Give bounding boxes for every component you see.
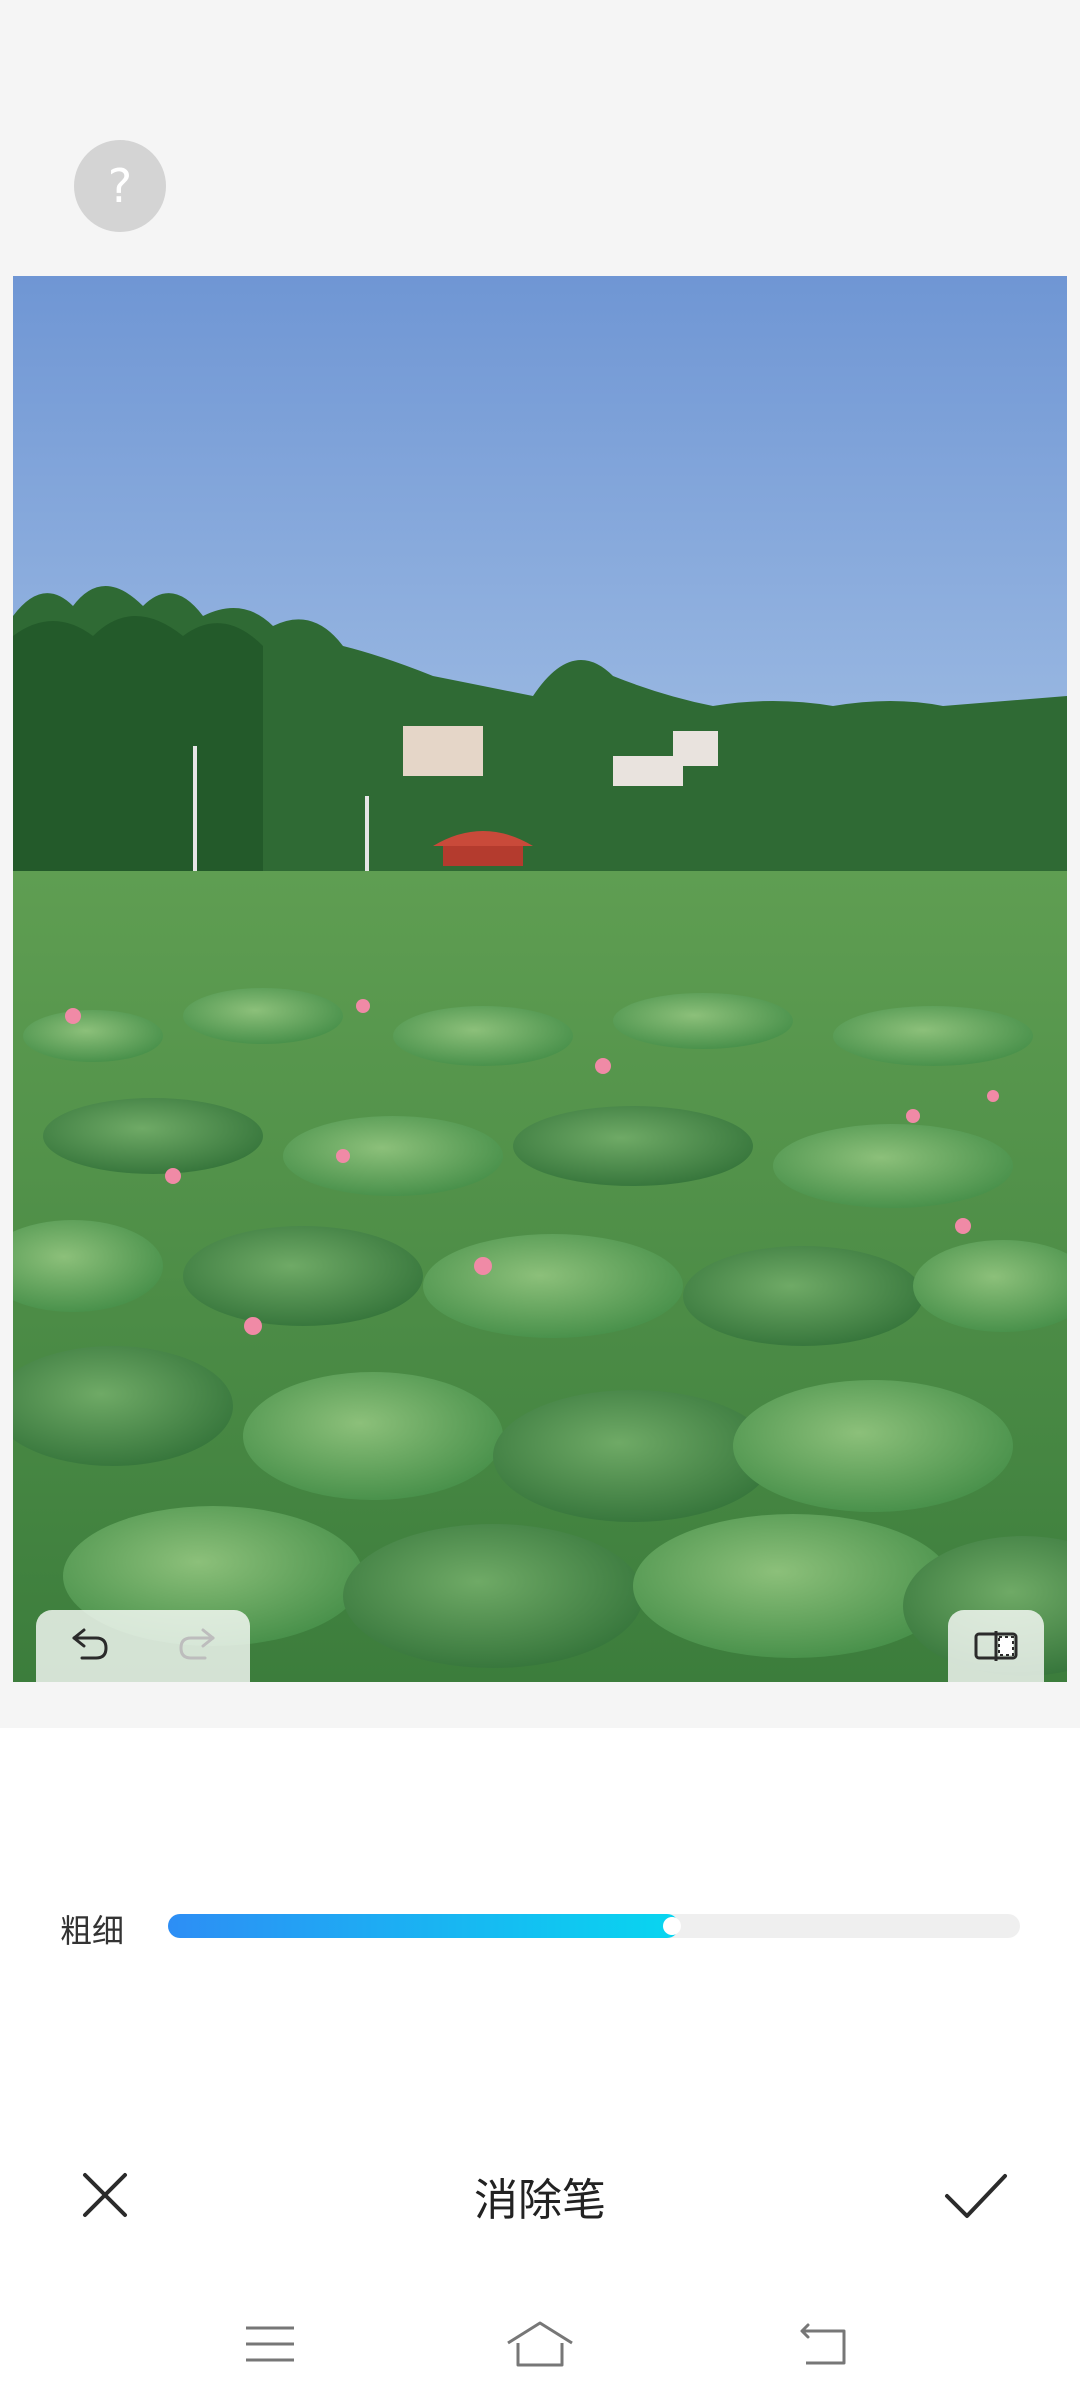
confirm-button[interactable] [936, 2160, 1016, 2230]
back-button[interactable] [782, 2314, 862, 2374]
undo-icon [72, 1628, 108, 1660]
brush-size-label: 粗细 [60, 1912, 125, 1950]
redo-icon [178, 1628, 214, 1660]
compare-icon [974, 1631, 1018, 1661]
back-icon [800, 2323, 846, 2365]
close-icon [83, 2173, 127, 2217]
home-icon [507, 2321, 573, 2367]
home-button[interactable] [500, 2314, 580, 2374]
redo-button[interactable] [175, 1624, 219, 1668]
menu-icon [246, 2326, 294, 2362]
check-icon [945, 2174, 1007, 2218]
tool-title: 消除笔 [474, 2175, 606, 2226]
tool-action-bar: 消除笔 [0, 2150, 1080, 2230]
brush-size-slider[interactable] [168, 1914, 1020, 1938]
help-icon: ? [107, 159, 133, 213]
compare-button[interactable] [948, 1610, 1044, 1682]
cancel-button[interactable] [70, 2160, 140, 2230]
history-controls [36, 1610, 250, 1682]
photo-image [13, 276, 1067, 1682]
brush-size-control: 粗细 [0, 1896, 1080, 1956]
help-button[interactable]: ? [74, 140, 166, 232]
edited-photo[interactable] [13, 276, 1067, 1682]
brush-size-slider-thumb[interactable] [663, 1917, 682, 1935]
system-navigation-bar [0, 2300, 1080, 2404]
undo-button[interactable] [68, 1624, 112, 1668]
brush-size-slider-fill [168, 1914, 680, 1938]
recent-apps-button[interactable] [230, 2314, 310, 2374]
